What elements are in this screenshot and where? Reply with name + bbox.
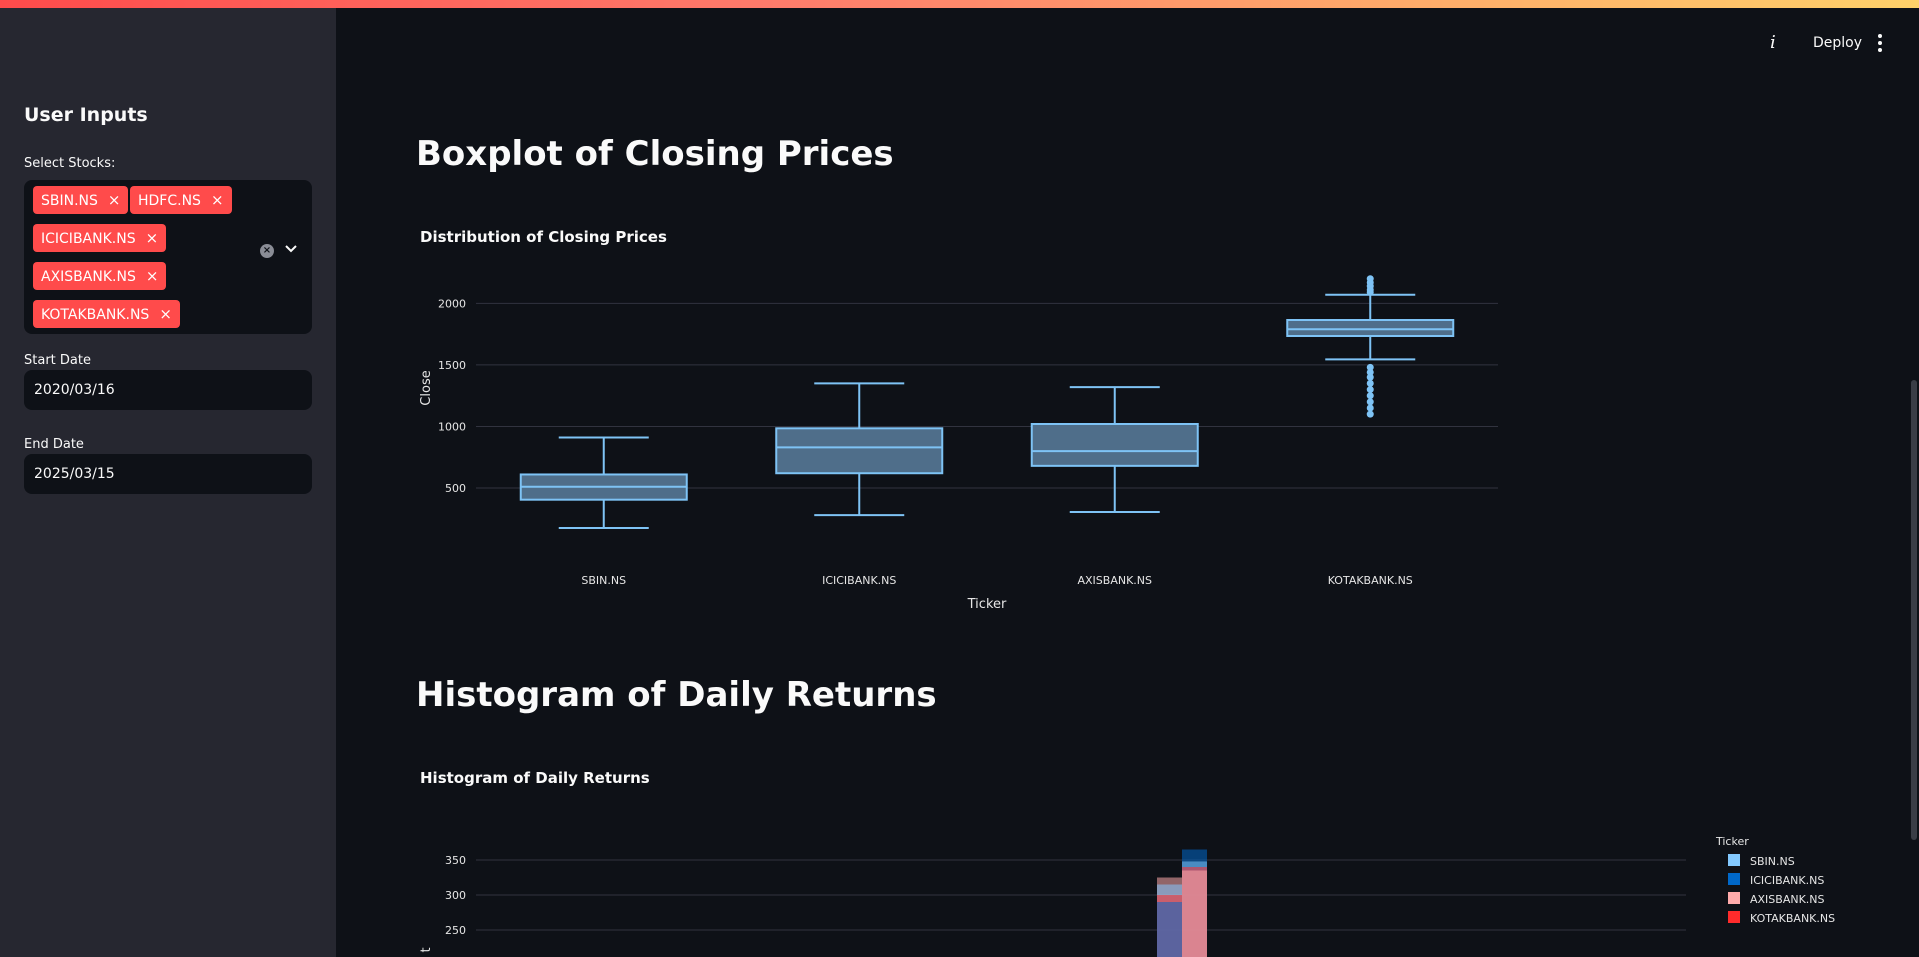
legend-title: Ticker	[1715, 835, 1749, 848]
stock-chip[interactable]: AXISBANK.NS ×	[33, 262, 167, 290]
stocks-label: Select Stocks:	[24, 156, 116, 171]
chevron-down-icon[interactable]	[283, 240, 299, 256]
stock-chip[interactable]: SBIN.NS ×	[33, 186, 129, 214]
remove-icon[interactable]: ×	[108, 191, 121, 209]
remove-icon[interactable]: ×	[211, 191, 224, 209]
y-tick-label: 350	[445, 854, 466, 867]
y-tick-label: 250	[445, 924, 466, 937]
end-date-field[interactable]: 2025/03/15	[24, 454, 312, 494]
remove-icon[interactable]: ×	[146, 267, 159, 285]
stock-chip[interactable]: KOTAKBANK.NS ×	[33, 300, 180, 328]
stock-chip[interactable]: ICICIBANK.NS ×	[33, 224, 167, 252]
start-date-label: Start Date	[24, 353, 91, 368]
remove-icon[interactable]: ×	[159, 305, 172, 323]
end-date-label: End Date	[24, 437, 84, 452]
legend-label: AXISBANK.NS	[1750, 893, 1825, 906]
legend-label: ICICIBANK.NS	[1750, 874, 1824, 887]
histogram-bar-icicibank.ns	[1157, 902, 1182, 957]
chip-label: HDFC.NS	[138, 193, 201, 209]
sidebar-title: User Inputs	[24, 104, 148, 126]
legend-swatch	[1728, 892, 1740, 904]
histogram-chart: 250 300 350 t TickerSBIN.NS ICICIBANK.NS AXISB…	[419, 835, 1835, 957]
sidebar: User Inputs Select Stocks: SBIN.NS × HDFC…	[0, 8, 336, 957]
chip-label: KOTAKBANK.NS	[41, 307, 150, 323]
y-axis-label: t	[419, 947, 434, 952]
legend-label: KOTAKBANK.NS	[1750, 912, 1835, 925]
remove-icon[interactable]: ×	[146, 229, 159, 247]
chip-label: ICICIBANK.NS	[41, 231, 136, 247]
legend-swatch	[1728, 911, 1740, 923]
y-tick-label: 300	[445, 889, 466, 902]
chip-label: AXISBANK.NS	[41, 269, 136, 285]
chip-label: SBIN.NS	[41, 193, 98, 209]
legend-label: SBIN.NS	[1750, 855, 1795, 868]
start-date-field[interactable]: 2020/03/16	[24, 370, 312, 410]
legend-swatch	[1728, 873, 1740, 885]
scrollbar[interactable]	[1911, 380, 1917, 840]
legend-swatch	[1728, 854, 1740, 866]
histogram-bar-axisbank.ns	[1182, 870, 1207, 957]
stocks-multiselect[interactable]: SBIN.NS × HDFC.NS × ICICIBANK.NS × AXISBANK…	[24, 180, 312, 334]
clear-all-icon[interactable]: ×	[260, 244, 274, 258]
stock-chip[interactable]: HDFC.NS ×	[130, 186, 232, 214]
